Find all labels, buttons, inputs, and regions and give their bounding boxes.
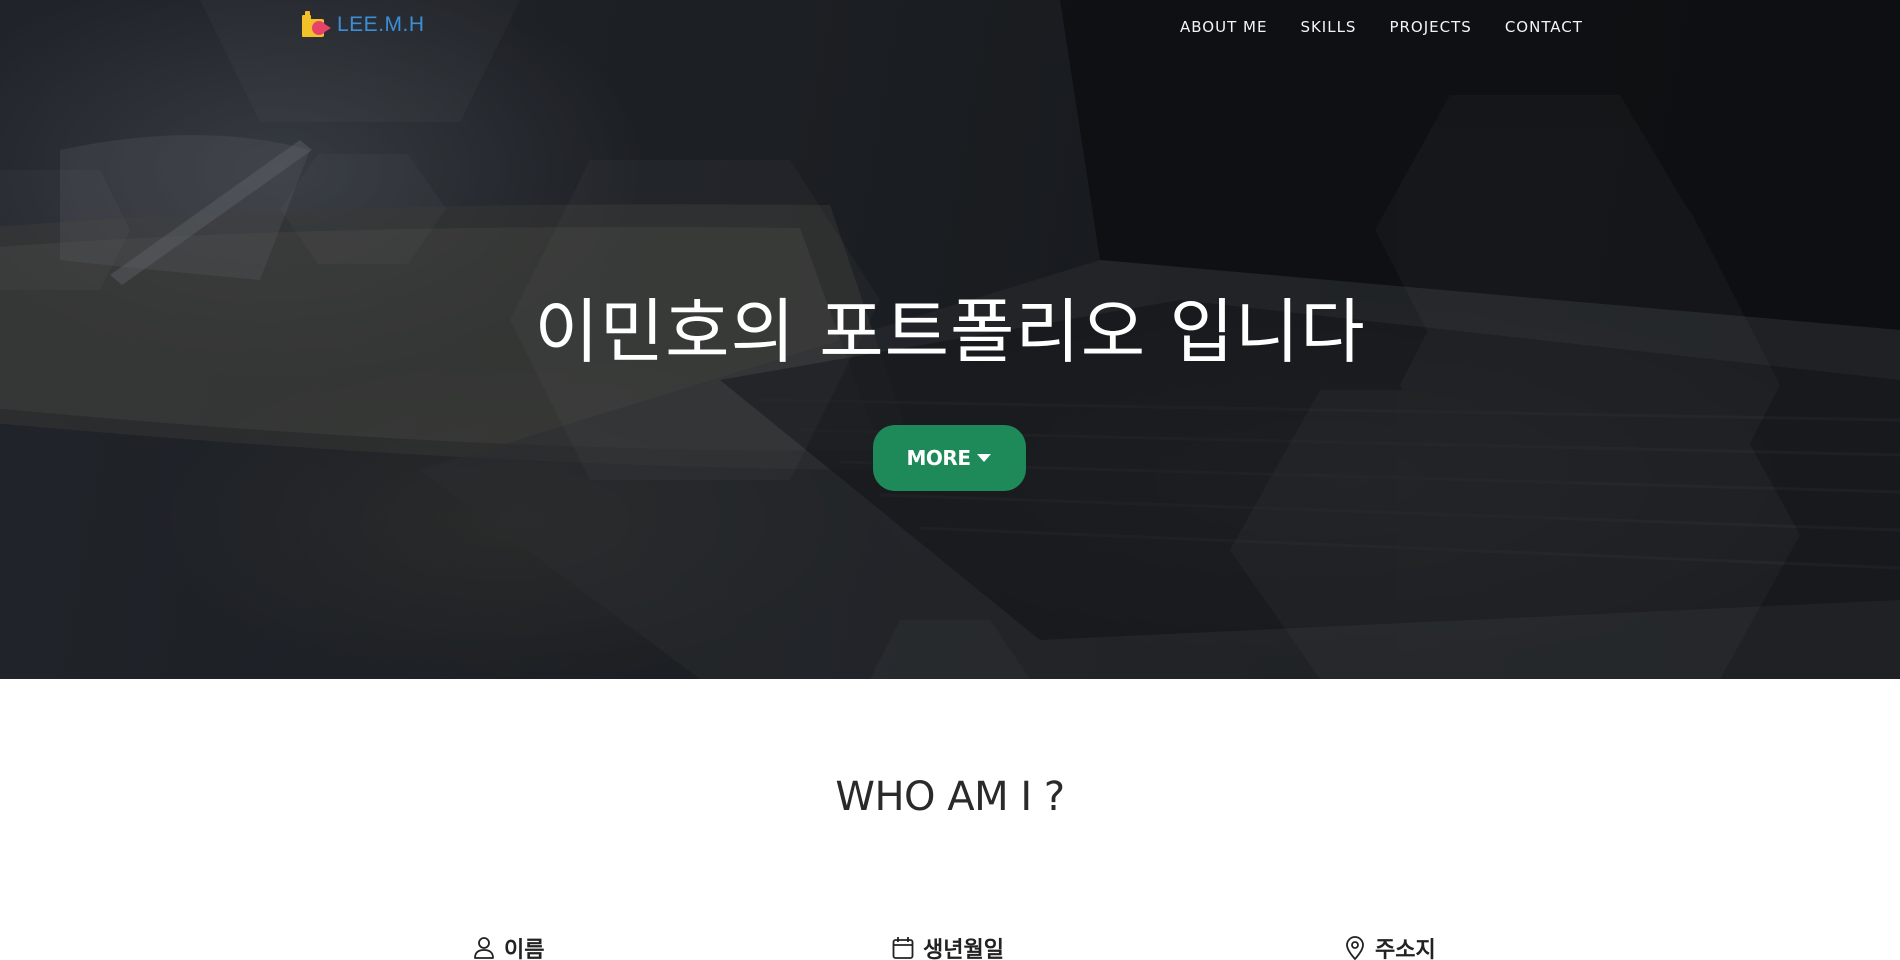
caret-down-icon <box>977 454 992 462</box>
brand-name: LEE.M.H <box>337 13 425 36</box>
location-pin-icon <box>1346 936 1364 960</box>
info-item-address: 주소지 <box>1344 932 1436 960</box>
calendar-icon <box>892 937 914 959</box>
info-item-name: 이름 <box>473 932 544 960</box>
nav-link-contact[interactable]: CONTACT <box>1505 18 1583 36</box>
brand-logo-icon <box>302 11 331 37</box>
hero-section: LEE.M.H ABOUT ME SKILLS PROJECTS CONTACT… <box>0 0 1900 679</box>
brand-home-link[interactable]: LEE.M.H <box>302 10 425 40</box>
info-label-birthdate: 생년월일 <box>923 938 1004 960</box>
info-item-birthdate: 생년월일 <box>892 932 1004 960</box>
info-label-address: 주소지 <box>1375 938 1436 960</box>
info-label-name: 이름 <box>504 938 545 960</box>
nav-menu: ABOUT ME SKILLS PROJECTS CONTACT <box>1180 0 1616 52</box>
more-button-label: MORE <box>906 446 971 470</box>
about-heading: WHO AM I ? <box>835 774 1065 820</box>
person-icon <box>474 937 494 959</box>
more-button[interactable]: MORE <box>873 425 1026 491</box>
top-navbar: LEE.M.H ABOUT ME SKILLS PROJECTS CONTACT <box>0 0 1900 52</box>
hero-title: 이민호의 포트폴리오 입니다 <box>534 291 1366 373</box>
nav-link-projects[interactable]: PROJECTS <box>1389 18 1471 36</box>
about-section: WHO AM I ? 이름 생년월일 주소지 <box>0 679 1900 960</box>
nav-link-skills[interactable]: SKILLS <box>1300 18 1356 36</box>
nav-link-about-me[interactable]: ABOUT ME <box>1180 18 1267 36</box>
